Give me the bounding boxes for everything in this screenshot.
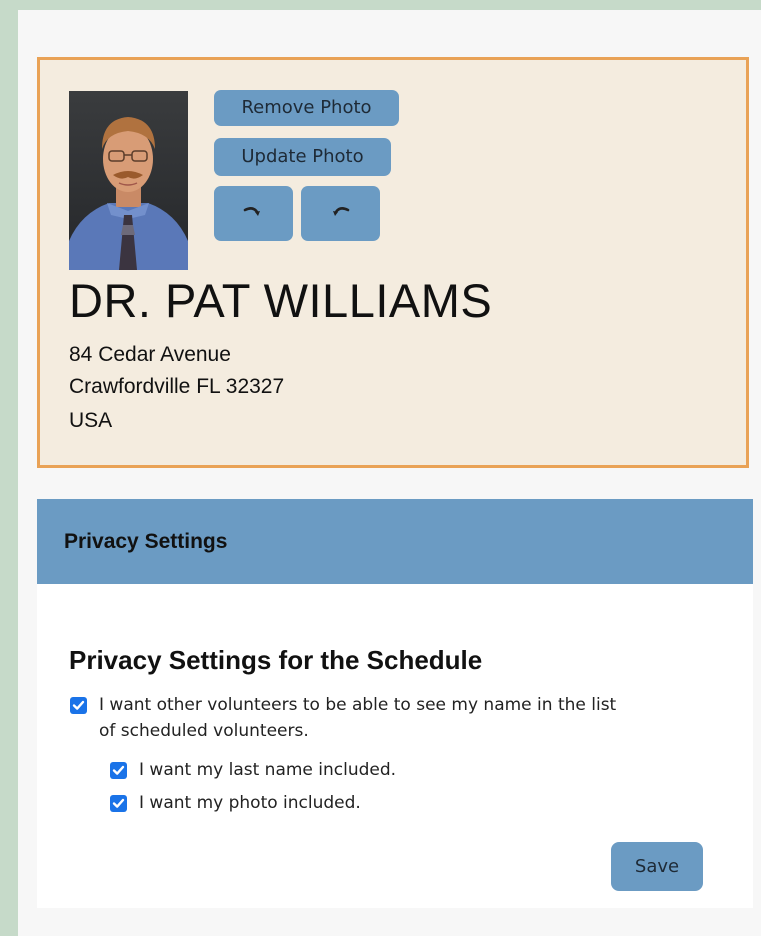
remove-photo-button[interactable]: Remove Photo — [214, 90, 399, 126]
rotate-clockwise-button[interactable] — [214, 186, 293, 241]
profile-card: Remove Photo Update Photo DR. PAT WILLIA… — [37, 57, 749, 468]
address-line-3: USA — [69, 409, 113, 432]
include-last-name-label: I want my last name included. — [139, 760, 397, 780]
privacy-settings-panel: Privacy Settings Privacy Settings for th… — [37, 499, 753, 908]
checkmark-icon — [112, 765, 125, 775]
include-photo-checkbox[interactable] — [110, 795, 127, 812]
save-button[interactable]: Save — [611, 842, 703, 891]
profile-page: Remove Photo Update Photo DR. PAT WILLIA… — [18, 10, 761, 936]
address-line-1: 84 Cedar Avenue — [69, 343, 231, 366]
update-photo-button[interactable]: Update Photo — [214, 138, 391, 176]
privacy-settings-title: Privacy Settings — [64, 530, 228, 553]
show-name-checkbox[interactable] — [70, 697, 87, 714]
include-photo-label: I want my photo included. — [139, 793, 361, 813]
privacy-settings-header: Privacy Settings — [37, 499, 753, 584]
rotate-counterclockwise-icon — [333, 207, 350, 216]
show-name-label: I want other volunteers to be able to se… — [99, 695, 617, 741]
schedule-privacy-heading: Privacy Settings for the Schedule — [69, 645, 483, 675]
checkmark-icon — [72, 700, 85, 710]
rotate-clockwise-icon — [243, 207, 260, 216]
profile-name: DR. PAT WILLIAMS — [69, 274, 493, 327]
profile-photo — [69, 91, 188, 270]
rotate-counterclockwise-button[interactable] — [301, 186, 380, 241]
checkmark-icon — [112, 798, 125, 808]
include-last-name-checkbox[interactable] — [110, 762, 127, 779]
address-line-2: Crawfordville FL 32327 — [69, 375, 285, 398]
